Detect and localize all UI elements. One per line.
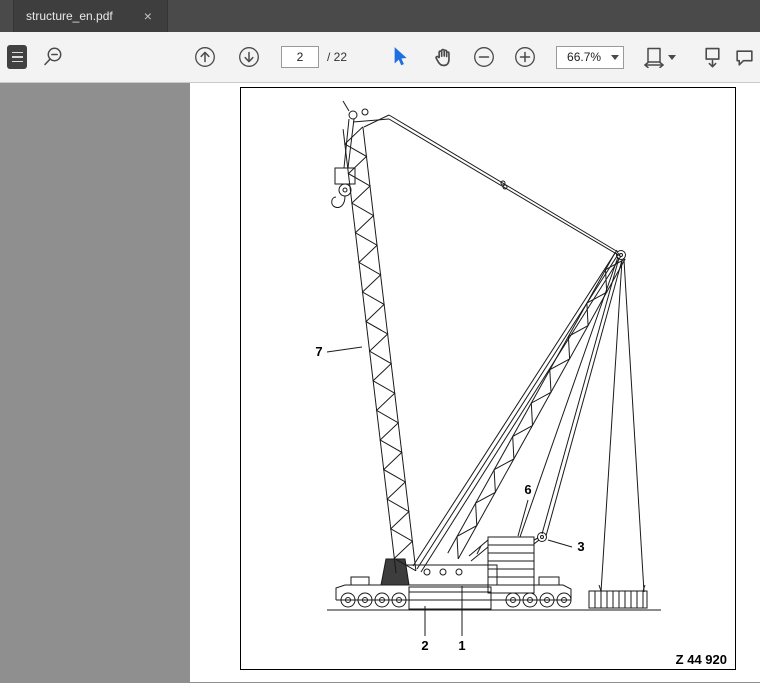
document-area: 7 6 3 2 1 Z 44 920	[0, 83, 760, 682]
marquee-zoom-button[interactable]	[39, 41, 67, 73]
select-tool-button[interactable]	[385, 41, 413, 73]
search-icon	[44, 47, 62, 66]
previous-page-button[interactable]	[191, 41, 219, 73]
zoom-level-value: 66.7%	[567, 50, 602, 64]
zoom-out-button[interactable]	[470, 41, 498, 73]
sidebar-toggle-icon	[7, 45, 27, 69]
hand-icon	[435, 48, 450, 67]
scroll-mode-icon	[704, 47, 720, 68]
figure-label-3: 3	[577, 539, 584, 554]
figure-code: Z 44 920	[676, 652, 727, 667]
select-arrow-icon	[394, 47, 407, 66]
main-toolbar: / 22 66.7%	[0, 32, 760, 83]
zoom-out-icon	[474, 47, 494, 67]
tab-title: structure_en.pdf	[26, 9, 113, 23]
figure-label-7: 7	[315, 344, 322, 359]
figure-frame: 7 6 3 2 1 Z 44 920	[240, 87, 736, 670]
fit-width-caret-icon	[667, 54, 676, 60]
scroll-mode-button[interactable]	[698, 41, 726, 73]
tab-close-icon[interactable]: ×	[141, 7, 155, 25]
fit-width-icon	[643, 47, 664, 68]
fit-width-button[interactable]	[640, 41, 678, 73]
page-number-input[interactable]	[281, 46, 319, 68]
document-background	[0, 83, 190, 682]
zoom-level-dropdown[interactable]: 66.7%	[556, 45, 625, 69]
figure-label-1: 1	[458, 638, 465, 653]
page-up-icon	[195, 47, 215, 67]
next-page-button[interactable]	[235, 41, 263, 73]
sidebar-toggle-button[interactable]	[3, 41, 31, 73]
page-count-label: / 22	[327, 50, 348, 64]
tab-bar: structure_en.pdf ×	[0, 0, 760, 32]
hand-tool-button[interactable]	[429, 41, 457, 73]
page-down-icon	[239, 47, 259, 67]
pdf-page: 7 6 3 2 1 Z 44 920	[190, 83, 760, 682]
zoom-in-button[interactable]	[511, 41, 539, 73]
figure-label-2: 2	[421, 638, 428, 653]
crane-figure: 7 6 3 2 1 Z 44 920	[315, 100, 727, 667]
comment-bubble-icon	[735, 49, 753, 66]
zoom-in-icon	[515, 47, 535, 67]
figure-label-6: 6	[524, 482, 531, 497]
zoom-caret-icon[interactable]	[607, 47, 623, 68]
document-tab[interactable]: structure_en.pdf ×	[13, 0, 168, 32]
comment-button[interactable]	[730, 41, 758, 73]
